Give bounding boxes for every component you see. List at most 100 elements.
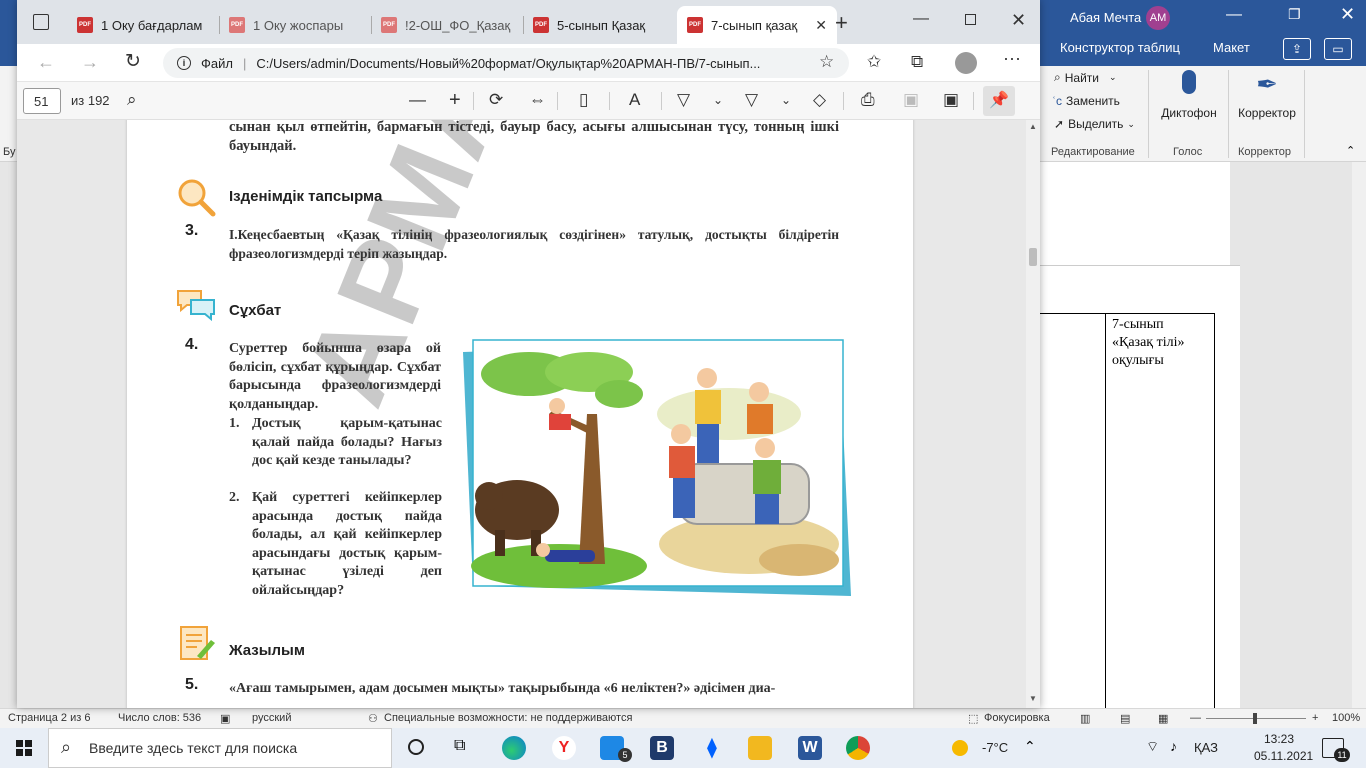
zoom-in-icon[interactable]: + (449, 90, 461, 110)
windows-start-icon[interactable] (16, 740, 32, 756)
replace-button[interactable]: ʿc Заменить (1052, 94, 1120, 108)
tab-table-design[interactable]: Конструктор таблиц (1060, 40, 1180, 55)
zoom-thumb[interactable] (1253, 713, 1257, 724)
forward-icon[interactable]: → (81, 52, 99, 73)
page-number-input[interactable]: 51 (23, 88, 61, 114)
maximize-icon[interactable] (965, 14, 976, 25)
browser-tab-5[interactable]: PDF 7-сынып қазақ ✕ (677, 6, 837, 44)
zoom-out-icon[interactable]: — (1190, 712, 1201, 724)
yandex-icon[interactable]: Y (552, 736, 576, 760)
select-button[interactable]: ➚ Выделить ⌄ (1054, 117, 1135, 131)
accessibility-icon[interactable]: ⚇ (368, 712, 378, 725)
pin-icon[interactable]: 📌 (983, 86, 1015, 116)
profile-icon[interactable] (955, 52, 977, 74)
pdf-icon: PDF (381, 17, 397, 33)
dropbox-icon[interactable]: ⧫ (700, 736, 724, 760)
zoom-in-icon[interactable]: + (1312, 712, 1318, 724)
scroll-down-icon[interactable]: ▼ (1029, 694, 1037, 703)
minimize-icon[interactable]: — (1226, 6, 1242, 24)
tab-actions-icon[interactable] (33, 14, 49, 30)
add-favorite-icon[interactable]: ☆ (819, 52, 834, 72)
chevron-down-icon[interactable]: ⌄ (713, 90, 723, 110)
weather-icon[interactable] (952, 740, 968, 756)
zoom-level[interactable]: 100% (1332, 712, 1360, 724)
minimize-icon[interactable]: — (913, 10, 929, 28)
erase-icon[interactable]: ◇ (813, 90, 826, 110)
tray-chevron-icon[interactable]: ⌃ (1024, 738, 1036, 755)
writing-icon (180, 626, 215, 660)
status-focus[interactable]: Фокусировка (984, 712, 1050, 724)
explorer-icon[interactable] (748, 736, 772, 760)
browser-tab-2[interactable]: PDF 1 Оку жоспары (219, 6, 371, 44)
collections-icon[interactable]: ⧉ (911, 52, 923, 72)
network-icon[interactable]: ⌔ (1146, 738, 1159, 756)
back-icon[interactable]: ← (37, 52, 55, 73)
new-tab-icon[interactable]: + (835, 10, 848, 36)
task-number-4: 4. (185, 336, 199, 353)
clock-time[interactable]: 13:23 (1264, 732, 1294, 746)
word-vscroll[interactable] (1352, 162, 1366, 708)
tool-sep (557, 92, 558, 110)
restore-icon[interactable]: ❐ (1288, 6, 1301, 23)
share-icon[interactable]: ⇪ (1283, 38, 1311, 60)
read-mode-icon[interactable]: ▥ (1080, 712, 1090, 725)
highlight-icon[interactable]: ▽ (745, 90, 758, 110)
browser-tab-1[interactable]: PDF 1 Оку бағдарлам (67, 6, 219, 44)
clock-date[interactable]: 05.11.2021 (1254, 749, 1313, 763)
page-view-icon[interactable]: ▯ (579, 90, 588, 110)
avatar[interactable]: АМ (1146, 6, 1170, 30)
close-tab-icon[interactable]: ✕ (815, 17, 827, 34)
draw-icon[interactable]: ▽ (677, 90, 690, 110)
b-app-icon[interactable]: B (650, 736, 674, 760)
collapse-ribbon-icon[interactable]: ⌃ (1346, 144, 1355, 157)
cortana-icon[interactable] (408, 739, 424, 755)
rotate-icon[interactable]: ⟳ (489, 90, 503, 110)
refresh-icon[interactable]: ↻ (125, 50, 141, 73)
status-page[interactable]: Страница 2 из 6 (8, 712, 90, 724)
chrome-icon[interactable] (846, 736, 870, 760)
status-accessibility[interactable]: Специальные возможности: не поддерживают… (384, 712, 632, 724)
pdf-icon: PDF (533, 17, 549, 33)
save-icon[interactable]: ▣ (903, 90, 919, 110)
url-box[interactable]: i Файл | C:/Users/admin/Documents/Новый%… (163, 48, 849, 78)
chevron-down-icon[interactable]: ⌄ (781, 90, 791, 110)
fit-page-icon[interactable]: ⇔ (529, 90, 546, 110)
status-words[interactable]: Число слов: 536 (118, 712, 201, 724)
dictation-button[interactable]: Диктофон (1160, 70, 1218, 120)
edge-icon[interactable] (502, 736, 526, 760)
read-aloud-icon[interactable]: A (629, 90, 640, 110)
proofing-icon[interactable]: ▣ (220, 712, 230, 725)
pdf-viewer: сынан қыл өтпейтін, бармағын тістеді, ба… (17, 120, 1040, 708)
save-as-icon[interactable]: ▣ (943, 90, 959, 110)
taskbar-search-input[interactable]: ⌕ Введите здесь текст для поиска (48, 728, 392, 768)
table-cell[interactable]: 7-сынып «Қазақ тілі» оқулығы (1105, 313, 1215, 713)
pdf-scrollbar[interactable]: ▲ ▼ (1026, 120, 1040, 708)
word-icon[interactable]: W (798, 736, 822, 760)
volume-icon[interactable]: ♪ (1170, 738, 1177, 754)
close-icon[interactable]: ✕ (1340, 4, 1355, 25)
scroll-up-icon[interactable]: ▲ (1029, 122, 1037, 131)
tab-layout[interactable]: Макет (1213, 40, 1250, 55)
browser-tab-4[interactable]: PDF 5-сынып Қазақ (523, 6, 675, 44)
editor-button[interactable]: ✒ Корректор (1236, 70, 1298, 120)
keyboard-language[interactable]: ҚАЗ (1194, 740, 1218, 755)
illustration (463, 339, 851, 596)
favorites-icon[interactable]: ✩ (867, 52, 881, 72)
zoom-out-icon[interactable]: — (409, 90, 426, 110)
search-icon[interactable]: ⌕ (127, 90, 137, 110)
more-icon[interactable]: ··· (1003, 48, 1021, 69)
status-language[interactable]: русский (252, 712, 291, 724)
focus-icon[interactable]: ⬚ (968, 712, 978, 725)
scroll-thumb[interactable] (1029, 248, 1037, 266)
web-layout-icon[interactable]: ▦ (1158, 712, 1168, 725)
print-icon[interactable]: ⎙ (861, 90, 875, 110)
task-number-3: 3. (185, 222, 199, 239)
weather-temp[interactable]: -7°C (982, 740, 1008, 755)
comment-icon[interactable]: ▭ (1324, 38, 1352, 60)
close-icon[interactable]: ✕ (1011, 10, 1026, 31)
task-3-text: І.Кеңесбаевтың «Қазақ тілінің фразеологи… (229, 227, 839, 261)
print-layout-icon[interactable]: ▤ (1120, 712, 1130, 725)
find-button[interactable]: ⌕ Найти ⌄ (1054, 70, 1117, 85)
task-view-icon[interactable]: ⧉ (454, 737, 465, 755)
browser-tab-3[interactable]: PDF !2-ОШ_ФО_Қазақ (371, 6, 523, 44)
